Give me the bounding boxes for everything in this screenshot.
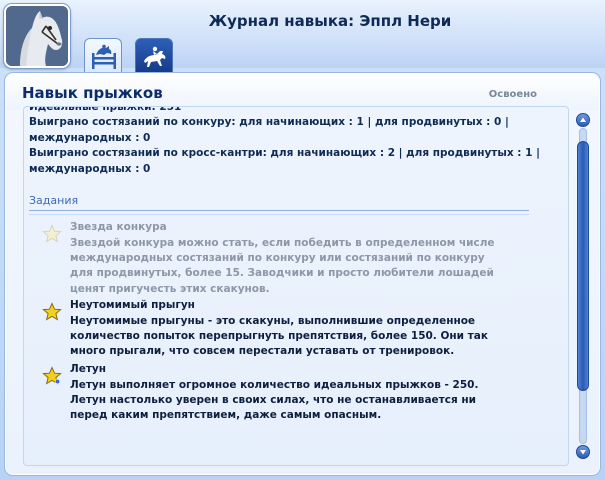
horse-portrait[interactable] (4, 4, 70, 68)
skill-stats: Идеальные прыжки: 251 Выиграно состязани… (29, 107, 549, 177)
skill-status: Освоено (488, 89, 537, 100)
tab-racing[interactable] (135, 38, 173, 72)
task-title: Звезда конкура (70, 221, 167, 233)
section-divider (29, 210, 529, 215)
tab-show-jumping[interactable] (84, 38, 122, 74)
show-jumping-icon (92, 44, 116, 69)
stat-line: Выиграно состязаний по конкуру: для начи… (29, 116, 509, 129)
chevron-down-icon (580, 450, 586, 455)
scroll-down-button[interactable] (576, 445, 590, 459)
stat-line: международных : 0 (29, 131, 151, 144)
scroll-thumb[interactable] (577, 141, 589, 392)
scroll-up-button[interactable] (576, 113, 590, 127)
task-title: Летун (70, 363, 107, 375)
star-gold-icon (42, 366, 62, 385)
racing-horse-icon (144, 46, 166, 67)
skill-journal-content[interactable]: Идеальные прыжки: 251 Выиграно состязани… (23, 106, 569, 466)
window-title: Журнал навыка: Эппл Нери (208, 12, 452, 30)
stat-line: международных : 0 (29, 162, 151, 175)
task-description: Звездой конкура можно стать, если победи… (70, 237, 495, 295)
task-description: Неутомимые прыгуны - это скакуны, выполн… (70, 315, 488, 358)
vertical-scrollbar[interactable] (576, 113, 590, 459)
task-title: Неутомимый прыгун (70, 299, 195, 311)
task-description: Летун выполняет огромное количество идеа… (70, 379, 479, 422)
stat-line: Выиграно состязаний по кросс-кантри: для… (29, 147, 540, 160)
skill-name: Навык прыжков (22, 84, 163, 102)
star-outline-icon (42, 224, 62, 243)
star-gold-icon (42, 302, 62, 321)
stat-line: Идеальные прыжки: 251 (29, 106, 182, 113)
tasks-section-title: Задания (29, 194, 79, 207)
horse-portrait-image (6, 6, 68, 66)
chevron-up-icon (580, 117, 586, 122)
